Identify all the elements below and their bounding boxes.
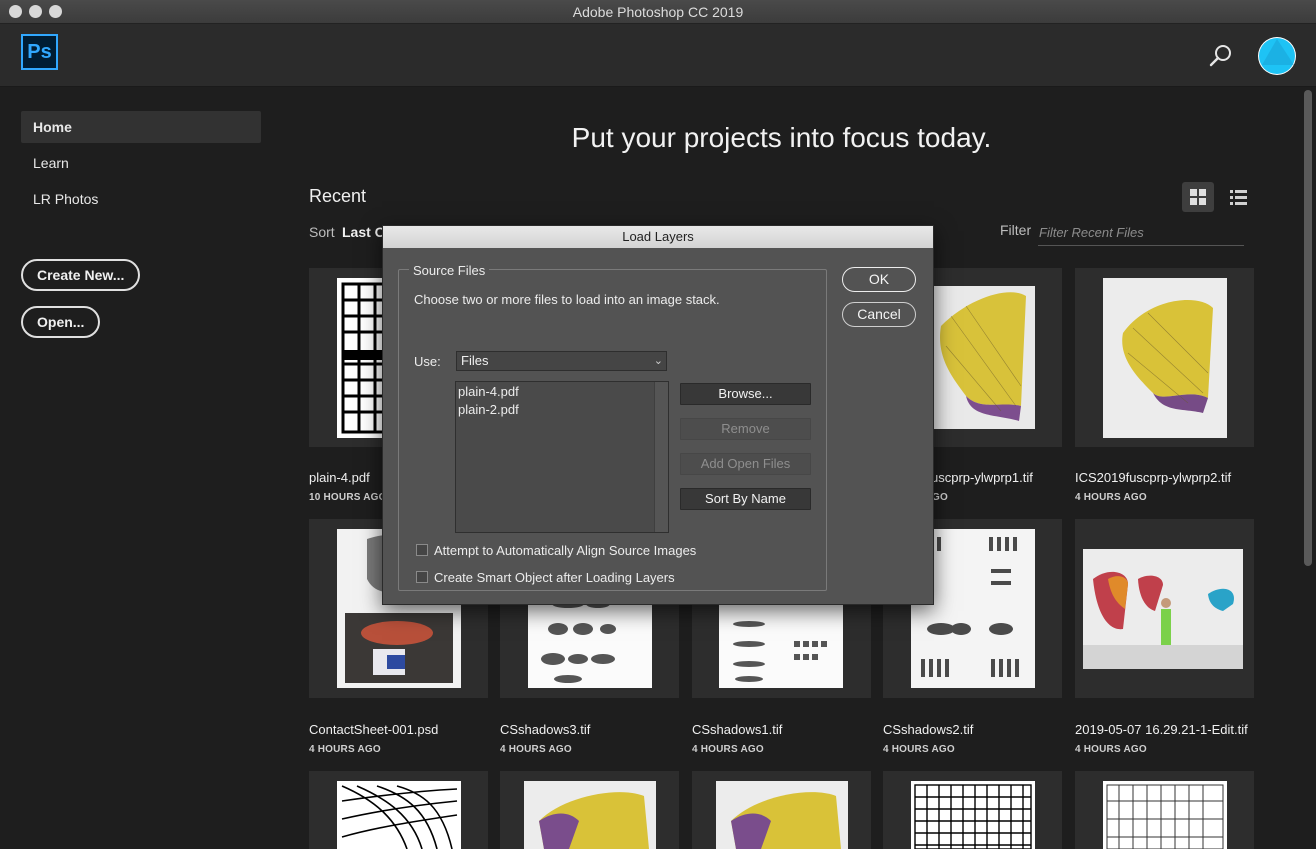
file-time: 4 HOURS AGO [500,744,572,755]
align-checkbox-label[interactable]: Attempt to Automatically Align Source Im… [434,543,696,558]
file-card[interactable] [500,771,679,849]
file-name: ICS2019fuscprp-ylwprp2.tif [1075,470,1232,485]
sort-label: Sort [309,224,335,240]
photoshop-logo: Ps [21,34,58,70]
smart-object-checkbox[interactable] [416,571,428,583]
file-name: 2019-05-07 16.29.21-1-Edit.tif [1075,722,1248,737]
file-card[interactable] [1075,268,1254,447]
file-name: ContactSheet-001.psd [309,722,439,737]
file-card[interactable] [1075,771,1254,849]
file-name: CSshadows3.tif [500,722,591,737]
ok-button[interactable]: OK [842,267,916,292]
file-card[interactable] [1075,519,1254,698]
chevron-down-icon: ⌄ [653,355,663,367]
add-open-files-button[interactable]: Add Open Files [680,453,811,475]
window-titlebar: Adobe Photoshop CC 2019 [0,0,1316,24]
file-time: 4 HOURS AGO [309,744,381,755]
open-button[interactable]: Open... [21,306,101,338]
grid-view-icon[interactable] [1182,182,1214,212]
dialog-title: Load Layers [383,226,933,248]
cancel-button[interactable]: Cancel [842,302,916,327]
file-time: 4 HOURS AGO [1075,492,1147,503]
dialog-instructions: Choose two or more files to load into an… [414,292,720,307]
filter-label: Filter [1000,222,1032,238]
file-time: 10 HOURS AGO [309,492,387,503]
file-list-scrollbar[interactable] [654,382,668,532]
window-title: Adobe Photoshop CC 2019 [572,4,744,20]
sort-by-name-button[interactable]: Sort By Name [680,488,811,510]
source-files-legend: Source Files [409,263,490,278]
create-new-button[interactable]: Create New... [21,259,141,291]
search-icon[interactable] [1208,43,1234,69]
file-time: 4 HOURS AGO [883,744,955,755]
filter-input[interactable] [1038,220,1244,246]
use-select-value: Files [461,353,489,368]
align-checkbox[interactable] [416,544,428,556]
list-item[interactable]: plain-4.pdf [458,384,519,399]
file-name: CSshadows2.tif [883,722,974,737]
file-card[interactable] [309,771,488,849]
hero-heading: Put your projects into focus today. [571,122,992,153]
avatar[interactable] [1258,37,1296,75]
file-time: 4 HOURS AGO [692,744,764,755]
file-card[interactable] [883,771,1062,849]
sidebar-item-home[interactable]: Home [21,111,261,143]
file-name: uscprp-ylwprp1.tif [931,470,1033,485]
sidebar-item-learn[interactable]: Learn [21,147,261,179]
file-card[interactable] [692,771,871,849]
smart-object-checkbox-label[interactable]: Create Smart Object after Loading Layers [434,570,675,585]
recent-heading: Recent [309,186,367,206]
file-time: 4 HOURS AGO [1075,744,1147,755]
load-layers-dialog: Load Layers Source Files Choose two or m… [382,225,934,605]
list-item[interactable]: plain-2.pdf [458,402,519,417]
file-name: plain-4.pdf [309,470,370,485]
file-name: CSshadows1.tif [692,722,783,737]
sidebar-item-lr-photos[interactable]: LR Photos [21,183,261,215]
list-view-icon[interactable] [1226,182,1250,212]
sort-dropdown[interactable]: Last O [342,224,386,240]
file-time: GO [932,492,948,503]
main-scrollbar[interactable] [1304,90,1312,566]
use-select[interactable]: Files ⌄ [456,351,667,371]
use-label: Use: [414,354,441,369]
remove-button[interactable]: Remove [680,418,811,440]
app-header: Ps [0,24,1316,87]
browse-button[interactable]: Browse... [680,383,811,405]
source-file-list[interactable]: plain-4.pdf plain-2.pdf [455,381,669,533]
